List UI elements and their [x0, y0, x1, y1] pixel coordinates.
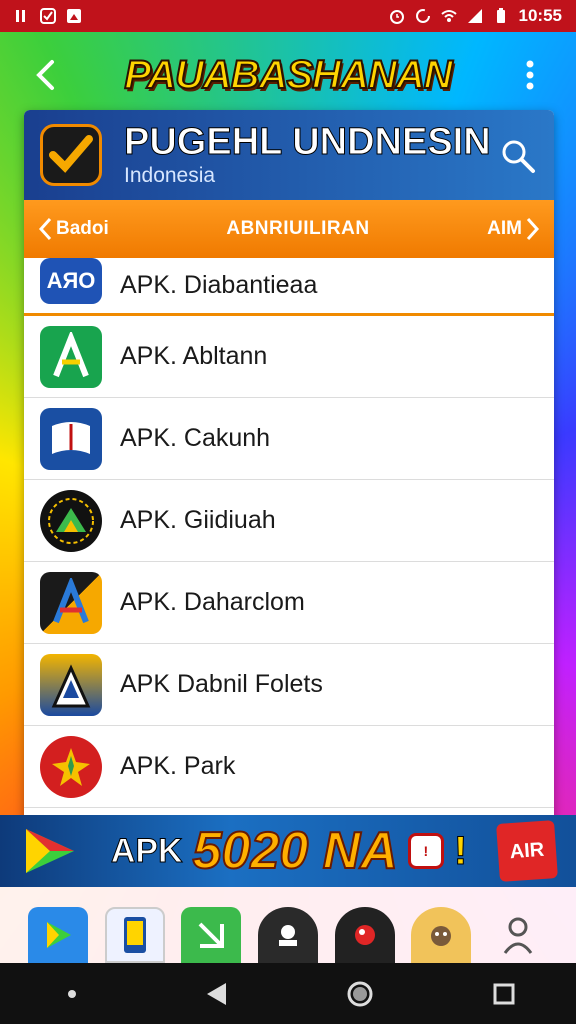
nav-dot-button[interactable] [48, 970, 96, 1018]
battery-icon [496, 8, 505, 23]
app-name: APK Dabnil Folets [120, 670, 323, 698]
app-list-item[interactable]: APK. Abltann [24, 316, 554, 398]
status-bar: 10:55 [0, 0, 576, 32]
app-list-item[interactable]: APK. Giidiuah [24, 480, 554, 562]
green-app-icon[interactable] [181, 907, 242, 963]
phone-app-icon[interactable] [104, 907, 165, 963]
signal-icon [467, 9, 482, 23]
page-title: PAUABASHANAN [123, 52, 453, 98]
yellow-a-app-icon [40, 653, 102, 716]
nav-home-button[interactable] [336, 970, 384, 1018]
star-app-icon [40, 735, 102, 798]
app-list: AЯO APK. Diabantieaa APK. Abltann APK. C… [24, 257, 554, 808]
tab-next-button[interactable]: AIM [487, 217, 540, 241]
promo-badge: AIR [496, 820, 558, 882]
overflow-menu-button[interactable] [506, 51, 554, 99]
nav-back-button[interactable] [192, 970, 240, 1018]
person-app-icon[interactable] [488, 907, 548, 963]
promo-exclamation: ! [453, 828, 468, 873]
gallery-icon [67, 9, 81, 23]
status-time: 10:55 [518, 6, 562, 25]
alarm-icon [389, 10, 404, 24]
app-name: APK. Diabantieaa [120, 271, 318, 299]
app-list-item[interactable]: APK. Cakunh [24, 398, 554, 480]
promo-apk-label: APK [110, 831, 183, 870]
app-name: APK. Abltann [120, 342, 268, 370]
search-icon [502, 140, 535, 173]
app-name: APK. Giidiuah [120, 506, 276, 534]
card-header-subtitle: Indonesia [124, 164, 216, 187]
status-left-icons [14, 8, 82, 24]
check-icon [40, 8, 56, 24]
wifi-icon [440, 10, 457, 22]
back-triangle-icon [207, 982, 226, 1005]
checkmark-shield-icon [49, 135, 93, 173]
home-circle-icon [347, 981, 373, 1006]
notification-icon [16, 10, 25, 22]
search-button[interactable] [500, 138, 536, 174]
promo-sticker-icon: ! [407, 833, 444, 869]
book-app-icon [40, 407, 102, 470]
recents-square-icon [493, 983, 515, 1004]
more-vert-icon [526, 60, 534, 90]
app-dock [0, 887, 576, 963]
app-name: APK. Park [120, 752, 236, 780]
play-triangle-icon [26, 829, 74, 873]
play-store-icon[interactable] [28, 907, 89, 963]
top-bar: PAUABASHANAN [0, 32, 576, 118]
abo-app-icon: AЯO [40, 257, 102, 304]
card-header: PUGEHL UNDNESIN Indonesia [24, 110, 554, 200]
dot-icon [68, 989, 76, 998]
tab-prev-button[interactable]: Badoi [38, 217, 109, 241]
back-button[interactable] [22, 51, 70, 99]
nav-recents-button[interactable] [480, 970, 528, 1018]
promo-headline: 5020 NA [192, 821, 399, 881]
tab-current[interactable]: ABNRIUILIRAN [226, 218, 369, 240]
app-name: APK. Daharclom [120, 588, 305, 616]
chevron-left-icon [36, 60, 54, 90]
status-right-icons: 10:55 [389, 6, 562, 26]
category-tab-bar: Badoi ABNRIUILIRAN AIM [24, 200, 554, 258]
red-app-icon[interactable] [334, 907, 395, 963]
app-list-item[interactable]: APK. Park [24, 726, 554, 808]
brand-logo [40, 124, 102, 186]
chevron-left-icon [38, 217, 52, 241]
app-name: APK. Cakunh [120, 424, 271, 452]
app-list-item[interactable]: APK. Daharclom [24, 562, 554, 644]
sync-icon [415, 9, 430, 23]
cat-app-icon[interactable] [411, 907, 472, 963]
chevron-right-icon [526, 217, 540, 241]
dark-triangle-app-icon [40, 489, 102, 552]
promo-banner[interactable]: APK 5020 NA ! ! AIR [0, 815, 576, 887]
dark-circle-app-icon[interactable] [257, 907, 318, 963]
color-a-app-icon [40, 571, 102, 634]
card-header-title: PUGEHL UNDNESIN [124, 121, 492, 163]
app-list-item[interactable]: APK Dabnil Folets [24, 644, 554, 726]
tab-next-label: AIM [487, 218, 522, 239]
app-list-card: PUGEHL UNDNESIN Indonesia Badoi ABNRIUIL… [24, 110, 554, 830]
green-a-app-icon [40, 325, 102, 388]
system-nav-bar [0, 963, 576, 1024]
tab-prev-label: Badoi [56, 218, 109, 239]
app-list-item[interactable]: AЯO APK. Diabantieaa [24, 257, 554, 316]
